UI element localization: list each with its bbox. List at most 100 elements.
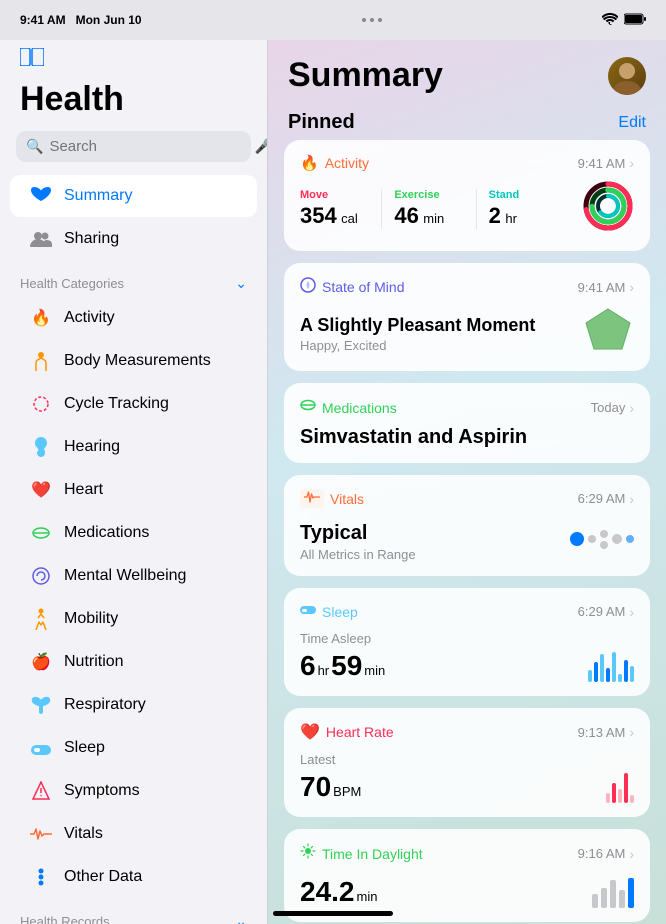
state-of-mind-title-wrap: State of Mind bbox=[300, 277, 405, 297]
heart-rate-unit: BPM bbox=[333, 784, 361, 799]
activity-stats-row: Move 354 cal Exercise 46 min bbox=[300, 180, 634, 237]
sidebar-item-cycle-tracking[interactable]: Cycle Tracking bbox=[10, 383, 257, 425]
search-icon: 🔍 bbox=[26, 138, 43, 155]
sidebar-item-sleep[interactable]: Sleep bbox=[10, 727, 257, 769]
mental-wellbeing-icon bbox=[30, 565, 52, 587]
sleep-title-wrap: Sleep bbox=[300, 602, 358, 621]
activity-card-title: Activity bbox=[325, 155, 369, 171]
vitals-label: Vitals bbox=[64, 825, 103, 843]
sleep-bar-3 bbox=[600, 654, 604, 682]
stand-value: 2 bbox=[489, 203, 501, 228]
dl-bar-4 bbox=[619, 890, 625, 908]
edit-button[interactable]: Edit bbox=[618, 114, 646, 132]
heart-rate-card-title: Heart Rate bbox=[326, 724, 394, 740]
status-bar: 9:41 AM Mon Jun 10 bbox=[0, 0, 666, 40]
heart-rate-body: Latest 70 BPM bbox=[300, 750, 634, 803]
sleep-card[interactable]: Sleep 6:29 AM › Time Asleep 6 hr 59 bbox=[284, 588, 650, 696]
vitals-header: Vitals 6:29 AM › bbox=[300, 489, 634, 508]
health-categories-chevron: ⌄ bbox=[235, 275, 247, 292]
sidebar-item-other-data[interactable]: Other Data bbox=[10, 856, 257, 898]
search-input[interactable] bbox=[49, 138, 248, 155]
stand-value-wrap: 2 hr bbox=[489, 203, 558, 229]
respiratory-label: Respiratory bbox=[64, 696, 146, 714]
wifi-icon bbox=[602, 13, 618, 28]
health-records-header[interactable]: Health Records ⌄ bbox=[0, 899, 267, 924]
sidebar-item-summary[interactable]: Summary bbox=[10, 175, 257, 217]
other-data-label: Other Data bbox=[64, 868, 142, 886]
daylight-chevron: › bbox=[629, 846, 634, 862]
status-dot-1 bbox=[362, 18, 366, 22]
activity-card[interactable]: 🔥 Activity 9:41 AM › Move 354 bbox=[284, 140, 650, 251]
sleep-card-icon bbox=[300, 602, 316, 621]
vitals-dot-2 bbox=[588, 535, 596, 543]
medications-card[interactable]: Medications Today › Simvastatin and Aspi… bbox=[284, 383, 650, 463]
sleep-value-wrap: 6 hr 59 min bbox=[300, 650, 385, 682]
health-records-label: Health Records bbox=[20, 914, 110, 924]
sidebar-item-nutrition[interactable]: 🍎 Nutrition bbox=[10, 641, 257, 683]
sleep-bar-4 bbox=[606, 668, 610, 682]
app-title: Health bbox=[0, 76, 267, 131]
state-of-mind-main-text: A Slightly Pleasant Moment bbox=[300, 315, 535, 336]
daylight-time: 9:16 AM › bbox=[578, 846, 634, 862]
sidebar-scroll: Summary Sharing Health Categories ⌄ 🔥 Ac… bbox=[0, 174, 267, 924]
sidebar-collapse-icon[interactable] bbox=[0, 40, 267, 76]
hr-bar-5 bbox=[630, 795, 634, 803]
sidebar-item-mental-wellbeing[interactable]: Mental Wellbeing bbox=[10, 555, 257, 597]
vitals-visual bbox=[570, 530, 634, 549]
sleep-bar-6 bbox=[618, 674, 622, 682]
daylight-card[interactable]: Time In Daylight 9:16 AM › 24.2 min bbox=[284, 829, 650, 922]
vitals-main-text: Typical bbox=[300, 522, 416, 545]
vitals-dot-5 bbox=[612, 534, 622, 544]
vitals-dot-3 bbox=[600, 530, 608, 538]
sidebar-item-vitals[interactable]: Vitals bbox=[10, 813, 257, 855]
activity-card-time: 9:41 AM › bbox=[578, 155, 634, 171]
vitals-card[interactable]: Vitals 6:29 AM › Typical All Metrics in … bbox=[284, 475, 650, 576]
heart-rate-value: 70 bbox=[300, 771, 331, 803]
daylight-header: Time In Daylight 9:16 AM › bbox=[300, 843, 634, 864]
sidebar-item-heart[interactable]: ❤️ Heart bbox=[10, 469, 257, 511]
health-categories-header[interactable]: Health Categories ⌄ bbox=[0, 261, 267, 296]
heart-rate-card[interactable]: ❤️ Heart Rate 9:13 AM › Latest 70 BPM bbox=[284, 708, 650, 817]
status-center bbox=[362, 18, 382, 22]
medications-main-text: Simvastatin and Aspirin bbox=[300, 426, 634, 449]
heart-rate-card-icon: ❤️ bbox=[300, 722, 320, 742]
sidebar-item-symptoms[interactable]: Symptoms bbox=[10, 770, 257, 812]
sidebar-item-mobility[interactable]: Mobility bbox=[10, 598, 257, 640]
heart-icon: ❤️ bbox=[30, 479, 52, 501]
state-of-mind-visual bbox=[582, 305, 634, 357]
move-value: 354 bbox=[300, 203, 337, 228]
sidebar-item-hearing[interactable]: Hearing bbox=[10, 426, 257, 468]
symptoms-icon bbox=[30, 780, 52, 802]
sleep-minutes-unit: min bbox=[364, 663, 385, 678]
sidebar-item-medications[interactable]: Medications bbox=[10, 512, 257, 554]
medications-chevron: › bbox=[629, 400, 634, 416]
medications-time: Today › bbox=[591, 400, 634, 416]
sidebar-item-sharing[interactable]: Sharing bbox=[10, 218, 257, 260]
sidebar-item-respiratory[interactable]: Respiratory bbox=[10, 684, 257, 726]
avatar[interactable] bbox=[608, 57, 646, 95]
mobility-label: Mobility bbox=[64, 610, 118, 628]
status-dot-2 bbox=[370, 18, 374, 22]
heart-rate-title-wrap: ❤️ Heart Rate bbox=[300, 722, 394, 742]
sidebar-item-activity[interactable]: 🔥 Activity bbox=[10, 297, 257, 339]
dl-bar-3 bbox=[610, 880, 616, 908]
hearing-icon bbox=[30, 436, 52, 458]
activity-icon: 🔥 bbox=[30, 307, 52, 329]
move-label: Move bbox=[300, 189, 369, 201]
sidebar-item-body-measurements[interactable]: Body Measurements bbox=[10, 340, 257, 382]
hr-bar-4 bbox=[624, 773, 628, 803]
activity-card-icon: 🔥 bbox=[300, 154, 319, 172]
vitals-chevron: › bbox=[629, 491, 634, 507]
exercise-stat: Exercise 46 min bbox=[394, 189, 476, 229]
other-data-icon bbox=[30, 866, 52, 888]
cycle-tracking-icon bbox=[30, 393, 52, 415]
state-of-mind-header: State of Mind 9:41 AM › bbox=[300, 277, 634, 297]
sharing-icon bbox=[30, 228, 52, 250]
state-of-mind-card[interactable]: State of Mind 9:41 AM › A Slightly Pleas… bbox=[284, 263, 650, 371]
body-measurements-label: Body Measurements bbox=[64, 352, 211, 370]
medications-icon bbox=[30, 522, 52, 544]
hr-bar-3 bbox=[618, 789, 622, 803]
mic-icon[interactable]: 🎤 bbox=[254, 138, 268, 155]
search-bar[interactable]: 🔍 🎤 bbox=[16, 131, 251, 162]
heart-rate-text-wrap: Latest 70 BPM bbox=[300, 750, 361, 803]
